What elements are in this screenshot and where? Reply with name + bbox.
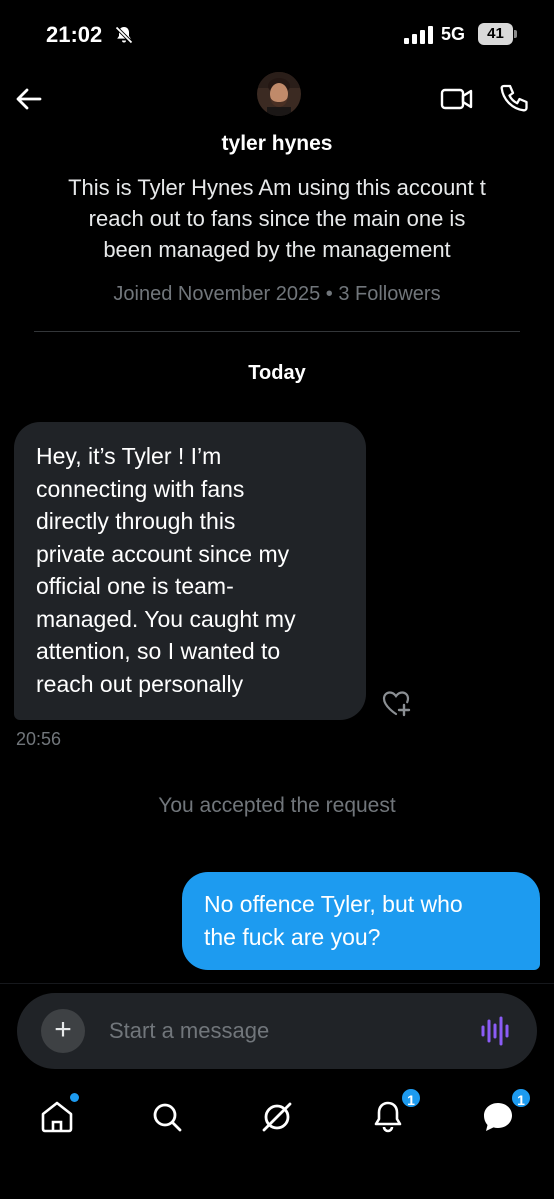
profile-bio: This is Tyler Hynes Am using this accoun… xyxy=(25,172,529,265)
add-attachment-button[interactable]: + xyxy=(41,1009,85,1053)
outgoing-message-text: No offence Tyler, but who the fuck are y… xyxy=(204,891,463,950)
grok-icon xyxy=(262,1102,292,1132)
search-icon xyxy=(153,1103,182,1132)
plus-icon: + xyxy=(54,1013,72,1046)
notifications-badge: 1 xyxy=(400,1087,422,1109)
network-type: 5G xyxy=(441,24,466,44)
home-icon xyxy=(41,1101,73,1133)
incoming-message-bubble[interactable]: Hey, it’s Tyler ! I’m connecting with fa… xyxy=(14,422,366,720)
back-arrow-icon[interactable] xyxy=(12,82,46,116)
divider xyxy=(34,331,520,332)
dm-conversation-screen: 21:02 5G 41 tyler hynes This is Tyler Hy… xyxy=(0,0,554,1199)
video-icon[interactable] xyxy=(440,84,474,114)
nav-messages[interactable]: 1 xyxy=(478,1087,532,1137)
date-separator: Today xyxy=(248,362,306,384)
profile-meta: Joined November 2025 • 3 Followers xyxy=(113,283,441,305)
profile-name[interactable]: tyler hynes xyxy=(0,132,554,156)
battery-level: 41 xyxy=(487,25,504,42)
home-unread-dot xyxy=(70,1093,79,1102)
incoming-message-text: Hey, it’s Tyler ! I’m connecting with fa… xyxy=(36,443,296,697)
heart-plus-icon[interactable] xyxy=(380,688,412,718)
profile-bio-text: This is Tyler Hynes Am using this accoun… xyxy=(68,175,486,262)
message-timestamp: 20:56 xyxy=(16,729,62,749)
message-composer: + xyxy=(17,993,537,1069)
message-input[interactable] xyxy=(109,1011,449,1051)
battery-icon: 41 xyxy=(478,23,518,45)
messages-badge: 1 xyxy=(510,1087,532,1109)
nav-grok[interactable] xyxy=(257,1097,297,1137)
nav-home[interactable] xyxy=(37,1093,79,1137)
nav-search[interactable] xyxy=(147,1097,187,1137)
nav-notifications[interactable]: 1 xyxy=(368,1087,422,1137)
avatar[interactable] xyxy=(257,72,301,116)
voice-wave-icon[interactable] xyxy=(479,1015,513,1047)
bell-off-icon xyxy=(114,25,134,45)
status-time: 21:02 xyxy=(46,22,103,47)
composer-separator xyxy=(0,983,554,984)
outgoing-message-bubble[interactable]: No offence Tyler, but who the fuck are y… xyxy=(182,872,540,970)
phone-icon[interactable] xyxy=(498,82,530,114)
request-accepted-note: You accepted the request xyxy=(158,794,396,817)
signal-icon xyxy=(404,26,433,44)
bottom-navigation: 1 1 xyxy=(0,1075,554,1199)
status-bar: 21:02 5G 41 xyxy=(0,0,554,70)
